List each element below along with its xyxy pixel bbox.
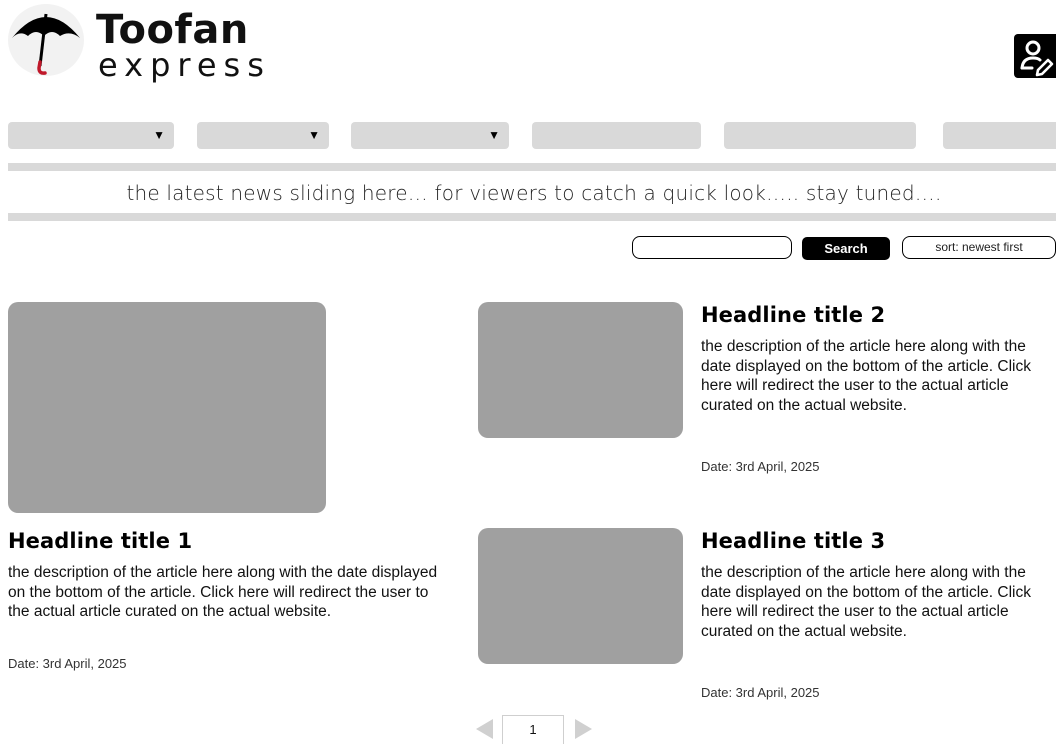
nav-item-6[interactable]: [943, 122, 1056, 149]
article-2-thumbnail[interactable]: [478, 302, 683, 438]
dropdown-arrow-icon: ▼: [488, 128, 500, 142]
prev-page-arrow-icon[interactable]: [476, 719, 493, 739]
search-button[interactable]: Search: [802, 237, 890, 260]
ticker-top-divider: [8, 163, 1056, 171]
news-ticker[interactable]: the latest news sliding here… for viewer…: [0, 180, 1056, 206]
sort-dropdown[interactable]: sort: newest first: [902, 236, 1056, 259]
article-1-thumbnail[interactable]: [8, 302, 326, 513]
article-1-description[interactable]: the description of the article here alon…: [8, 563, 453, 622]
search-input[interactable]: [632, 236, 792, 259]
dropdown-arrow-icon: ▼: [308, 128, 320, 142]
nav-dropdown-3[interactable]: ▼: [351, 122, 509, 149]
next-page-arrow-icon[interactable]: [575, 719, 592, 739]
article-1-date: Date: 3rd April, 2025: [8, 656, 127, 671]
brand-subtitle: express: [98, 46, 271, 84]
article-2-description[interactable]: the description of the article here alon…: [701, 337, 1047, 415]
umbrella-icon: [12, 13, 80, 75]
article-2-date: Date: 3rd April, 2025: [701, 459, 820, 474]
nav-dropdown-2[interactable]: ▼: [197, 122, 329, 149]
nav-dropdown-1[interactable]: ▼: [8, 122, 174, 149]
dropdown-arrow-icon: ▼: [153, 128, 165, 142]
nav-item-4[interactable]: [532, 122, 701, 149]
article-3-headline[interactable]: Headline title 3: [701, 529, 1041, 553]
article-3-date: Date: 3rd April, 2025: [701, 685, 820, 700]
logo[interactable]: [8, 4, 84, 76]
profile-button[interactable]: [1014, 34, 1056, 78]
article-3-description[interactable]: the description of the article here alon…: [701, 563, 1047, 641]
article-2-headline[interactable]: Headline title 2: [701, 303, 1041, 327]
ticker-bottom-divider: [8, 213, 1056, 221]
article-3-thumbnail[interactable]: [478, 528, 683, 664]
article-1-headline[interactable]: Headline title 1: [8, 529, 448, 553]
page-number[interactable]: 1: [502, 715, 564, 744]
user-edit-icon: [1020, 40, 1054, 77]
nav-item-5[interactable]: [724, 122, 916, 149]
